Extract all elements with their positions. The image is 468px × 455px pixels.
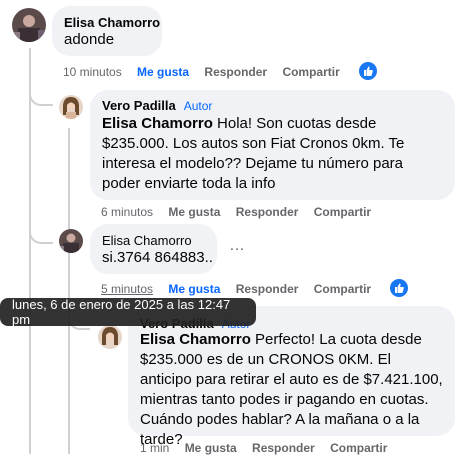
- like-button[interactable]: Me gusta: [185, 441, 237, 455]
- avatar[interactable]: [12, 8, 46, 42]
- like-reaction-icon[interactable]: [390, 279, 408, 297]
- comment-author[interactable]: Elisa Chamorro: [64, 15, 160, 30]
- thread-connector: [29, 84, 53, 106]
- like-button[interactable]: Me gusta: [137, 65, 189, 79]
- timestamp-tooltip: lunes, 6 de enero de 2025 a las 12:47 pm: [0, 297, 256, 327]
- reply-button[interactable]: Responder: [252, 441, 315, 455]
- like-reaction-icon[interactable]: [359, 62, 377, 80]
- comment-author[interactable]: Elisa Chamorro: [102, 233, 192, 248]
- comment-text: Elisa Chamorro Perfecto! La cuota desde …: [140, 330, 445, 450]
- share-button[interactable]: Compartir: [314, 205, 371, 219]
- comment-bubble: Elisa Chamorro si.3764 864883..: [90, 224, 217, 274]
- thread-line: [29, 48, 31, 454]
- comment-author: Vero Padilla Autor: [102, 98, 212, 113]
- thread-connector: [29, 218, 53, 244]
- share-button[interactable]: Compartir: [282, 65, 339, 79]
- comment-text: Elisa Chamorro Hola! Son cuotas desde $2…: [102, 114, 442, 194]
- share-button[interactable]: Compartir: [330, 441, 387, 455]
- reply-button[interactable]: Responder: [236, 282, 299, 296]
- avatar[interactable]: [59, 229, 83, 253]
- reply-button[interactable]: Responder: [236, 205, 299, 219]
- mention-link[interactable]: Elisa Chamorro: [140, 331, 251, 348]
- comment-bubble: Elisa Chamorro adonde: [52, 6, 162, 56]
- comment-timestamp[interactable]: 10 minutos: [63, 65, 122, 79]
- more-options-icon[interactable]: …: [229, 237, 245, 255]
- comment-timestamp[interactable]: 1 min: [140, 441, 169, 455]
- avatar[interactable]: [59, 95, 83, 119]
- avatar[interactable]: [98, 325, 122, 349]
- comment-body: Perfecto! La cuota desde $235.000 es de …: [140, 331, 443, 448]
- comment-timestamp[interactable]: 5 minutos: [101, 282, 153, 296]
- author-badge: Autor: [183, 99, 213, 113]
- author-name[interactable]: Vero Padilla: [102, 98, 176, 113]
- comment-actions: 6 minutos Me gusta Responder Compartir: [101, 205, 371, 219]
- comment-actions: 10 minutos Me gusta Responder Compartir: [63, 65, 340, 79]
- comment-bubble: Vero Padilla Autor Elisa Chamorro Hola! S…: [90, 90, 455, 200]
- mention-link[interactable]: Elisa Chamorro: [102, 115, 213, 132]
- share-button[interactable]: Compartir: [314, 282, 371, 296]
- comment-text: si.3764 864883..: [102, 249, 213, 266]
- thread-line: [68, 128, 70, 454]
- like-button[interactable]: Me gusta: [168, 282, 220, 296]
- comment-text: adonde: [64, 31, 115, 48]
- comment-actions: 5 minutos Me gusta Responder Compartir: [101, 282, 371, 296]
- like-button[interactable]: Me gusta: [168, 205, 220, 219]
- comment-actions: 1 min Me gusta Responder Compartir: [140, 441, 387, 455]
- comment-timestamp[interactable]: 6 minutos: [101, 205, 153, 219]
- reply-button[interactable]: Responder: [204, 65, 267, 79]
